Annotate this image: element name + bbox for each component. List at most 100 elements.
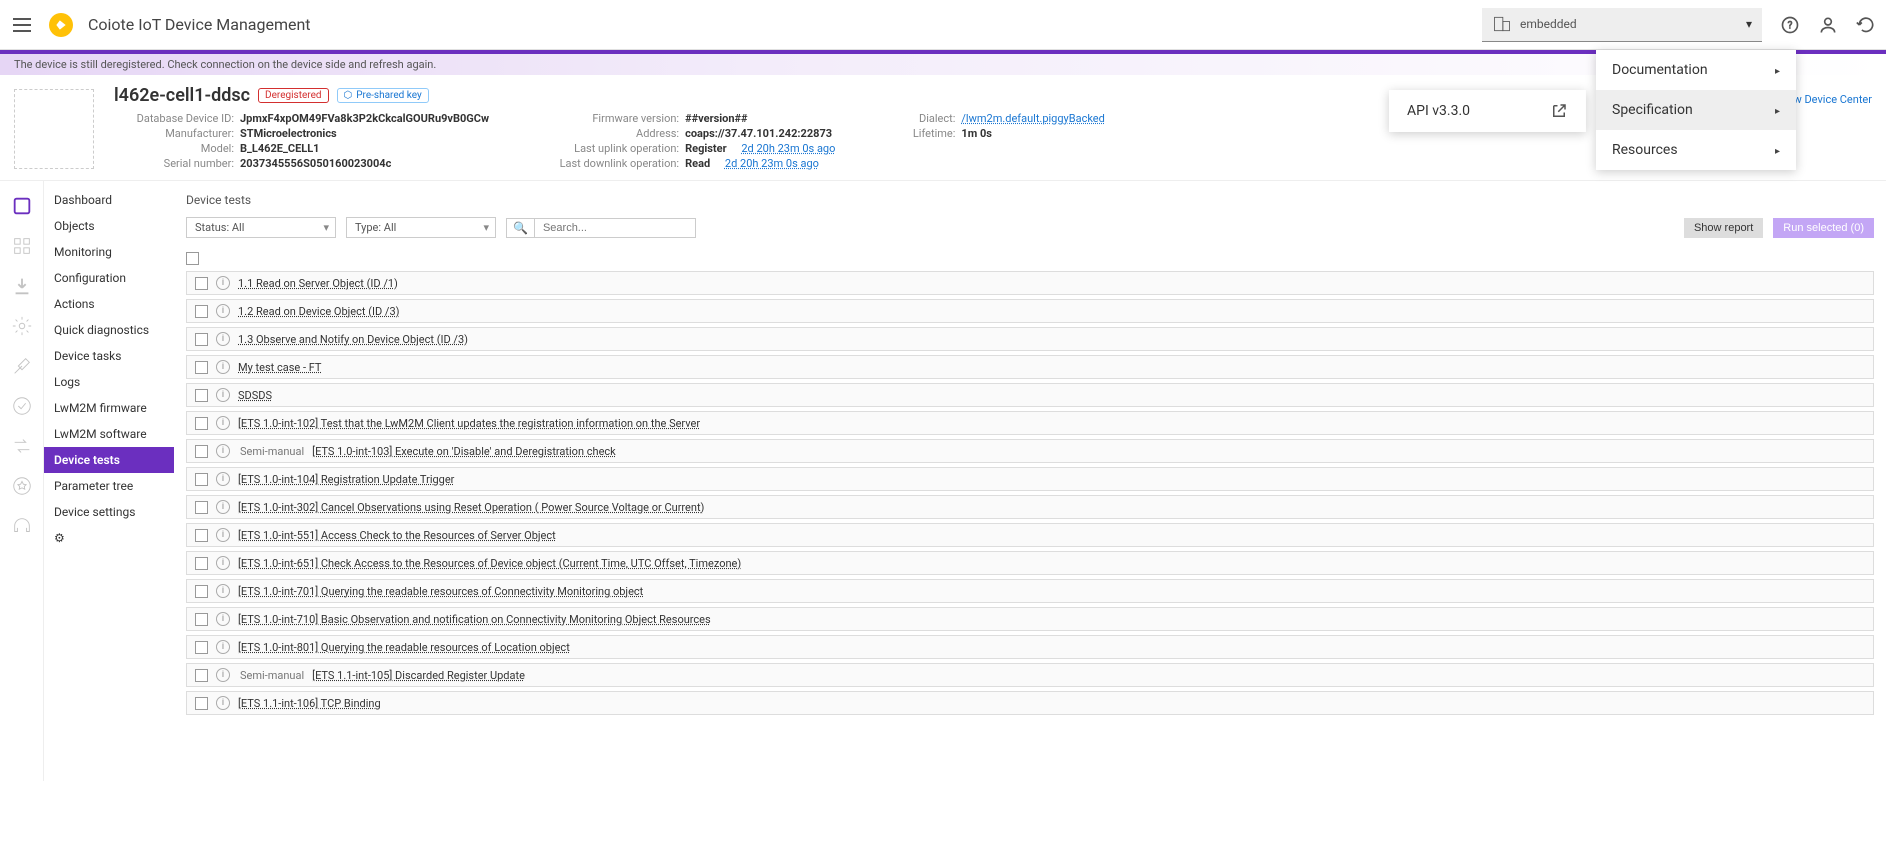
sidebar-item-objects[interactable]: Objects (44, 213, 174, 239)
test-name-link[interactable]: [ETS 1.0-int-651] Check Access to the Re… (238, 557, 741, 570)
info-icon[interactable]: i (216, 556, 230, 570)
user-icon[interactable] (1818, 15, 1838, 35)
sidebar-item-parameter-tree[interactable]: Parameter tree (44, 473, 174, 499)
test-checkbox[interactable] (195, 501, 208, 514)
show-report-button[interactable]: Show report (1684, 218, 1763, 238)
test-name-link[interactable]: [ETS 1.0-int-302] Cancel Observations us… (238, 501, 704, 514)
device-sidebar: DashboardObjectsMonitoringConfigurationA… (44, 181, 174, 781)
test-name-link[interactable]: [ETS 1.1-int-105] Discarded Register Upd… (312, 669, 525, 682)
test-checkbox[interactable] (195, 613, 208, 626)
test-name-link[interactable]: [ETS 1.0-int-551] Access Check to the Re… (238, 529, 556, 542)
test-name-link[interactable]: My test case - FT (238, 361, 321, 374)
test-name-link[interactable]: [ETS 1.0-int-102] Test that the LwM2M Cl… (238, 417, 700, 430)
sidebar-item-logs[interactable]: Logs (44, 369, 174, 395)
sidebar-item-actions[interactable]: Actions (44, 291, 174, 317)
test-checkbox[interactable] (195, 445, 208, 458)
test-name-link[interactable]: [ETS 1.0-int-710] Basic Observation and … (238, 613, 711, 626)
rail-icon-check[interactable] (11, 395, 33, 417)
sidebar-settings-gear[interactable]: ⚙ (44, 525, 174, 551)
dialect-value[interactable]: /lwm2m.default.piggyBacked (961, 112, 1104, 125)
rail-icon-download[interactable] (11, 275, 33, 297)
sidebar-item-quick-diagnostics[interactable]: Quick diagnostics (44, 317, 174, 343)
rail-icon-headset[interactable] (11, 515, 33, 537)
sidebar-item-monitoring[interactable]: Monitoring (44, 239, 174, 265)
test-name-link[interactable]: 1.1 Read on Server Object (ID /1) (238, 277, 398, 290)
rail-icon-star[interactable] (11, 475, 33, 497)
sidebar-item-lwm2m-software[interactable]: LwM2M software (44, 421, 174, 447)
test-row: i My test case - FT (186, 355, 1874, 379)
test-checkbox[interactable] (195, 305, 208, 318)
search-wrapper: 🔍 (506, 218, 696, 238)
info-icon[interactable]: i (216, 304, 230, 318)
info-icon[interactable]: i (216, 612, 230, 626)
test-checkbox[interactable] (195, 333, 208, 346)
help-item-documentation[interactable]: Documentation (1596, 50, 1796, 90)
test-checkbox[interactable] (195, 697, 208, 710)
test-checkbox[interactable] (195, 417, 208, 430)
test-checkbox[interactable] (195, 669, 208, 682)
rail-icon-grid[interactable] (11, 235, 33, 257)
type-filter[interactable]: Type: All (346, 217, 496, 238)
org-selector[interactable]: embedded ▾ (1482, 8, 1762, 42)
status-filter[interactable]: Status: All (186, 217, 336, 238)
help-icon[interactable]: ? (1780, 15, 1800, 35)
info-icon[interactable]: i (216, 640, 230, 654)
info-icon[interactable]: i (216, 276, 230, 290)
sidebar-item-device-settings[interactable]: Device settings (44, 499, 174, 525)
downlink-time[interactable]: 2d 20h 23m 0s ago (725, 157, 819, 170)
test-row: i 1.3 Observe and Notify on Device Object… (186, 327, 1874, 351)
rail-icon-device[interactable] (11, 195, 33, 217)
test-checkbox[interactable] (195, 641, 208, 654)
info-icon[interactable]: i (216, 472, 230, 486)
rail-icon-loop[interactable] (11, 435, 33, 457)
sidebar-item-device-tasks[interactable]: Device tasks (44, 343, 174, 369)
test-checkbox[interactable] (195, 585, 208, 598)
test-name-link[interactable]: [ETS 1.0-int-801] Querying the readable … (238, 641, 570, 654)
info-icon[interactable]: i (216, 500, 230, 514)
rail-icon-gear[interactable] (11, 315, 33, 337)
info-icon[interactable]: i (216, 360, 230, 374)
test-name-link[interactable]: 1.2 Read on Device Object (ID /3) (238, 305, 399, 318)
security-badge-psk: Pre-shared key (337, 88, 429, 103)
main-panel: Device tests Status: All Type: All 🔍 Sho… (174, 181, 1886, 781)
help-item-specification[interactable]: Specification (1596, 90, 1796, 130)
info-icon[interactable]: i (216, 668, 230, 682)
info-icon[interactable]: i (216, 528, 230, 542)
semi-manual-label: Semi-manual (240, 669, 304, 682)
sidebar-item-configuration[interactable]: Configuration (44, 265, 174, 291)
test-name-link[interactable]: [ETS 1.0-int-103] Execute on 'Disable' a… (312, 445, 616, 458)
info-icon[interactable]: i (216, 416, 230, 430)
test-checkbox[interactable] (195, 473, 208, 486)
sidebar-item-lwm2m-firmware[interactable]: LwM2M firmware (44, 395, 174, 421)
test-name-link[interactable]: [ETS 1.1-int-106] TCP Binding (238, 697, 381, 710)
test-name-link[interactable]: [ETS 1.0-int-104] Registration Update Tr… (238, 473, 454, 486)
info-icon[interactable]: i (216, 332, 230, 346)
test-name-link[interactable]: [ETS 1.0-int-701] Querying the readable … (238, 585, 643, 598)
test-checkbox[interactable] (195, 361, 208, 374)
info-icon[interactable]: i (216, 388, 230, 402)
test-name-link[interactable]: 1.3 Observe and Notify on Device Object … (238, 333, 468, 346)
select-all-checkbox[interactable] (186, 252, 199, 265)
test-checkbox[interactable] (195, 529, 208, 542)
test-checkbox[interactable] (195, 277, 208, 290)
test-checkbox[interactable] (195, 557, 208, 570)
lifetime-value: 1m 0s (961, 127, 992, 140)
test-checkbox[interactable] (195, 389, 208, 402)
menu-icon[interactable] (10, 13, 34, 37)
info-icon[interactable]: i (216, 584, 230, 598)
help-item-resources[interactable]: Resources (1596, 130, 1796, 170)
sidebar-item-dashboard[interactable]: Dashboard (44, 187, 174, 213)
refresh-icon[interactable] (1856, 15, 1876, 35)
search-input[interactable] (535, 219, 695, 237)
info-icon[interactable]: i (216, 696, 230, 710)
test-row: iSemi-manual[ETS 1.0-int-103] Execute on… (186, 439, 1874, 463)
api-version-popup[interactable]: API v3.3.0 (1389, 90, 1586, 132)
sidebar-item-device-tests[interactable]: Device tests (44, 447, 174, 473)
info-icon[interactable]: i (216, 444, 230, 458)
run-selected-button[interactable]: Run selected (0) (1773, 218, 1874, 238)
test-name-link[interactable]: SDSDS (238, 389, 272, 402)
uplink-time[interactable]: 2d 20h 23m 0s ago (741, 142, 835, 155)
rail-icon-tools[interactable] (11, 355, 33, 377)
fw-value: ##version## (685, 112, 747, 125)
left-rail (0, 181, 44, 781)
